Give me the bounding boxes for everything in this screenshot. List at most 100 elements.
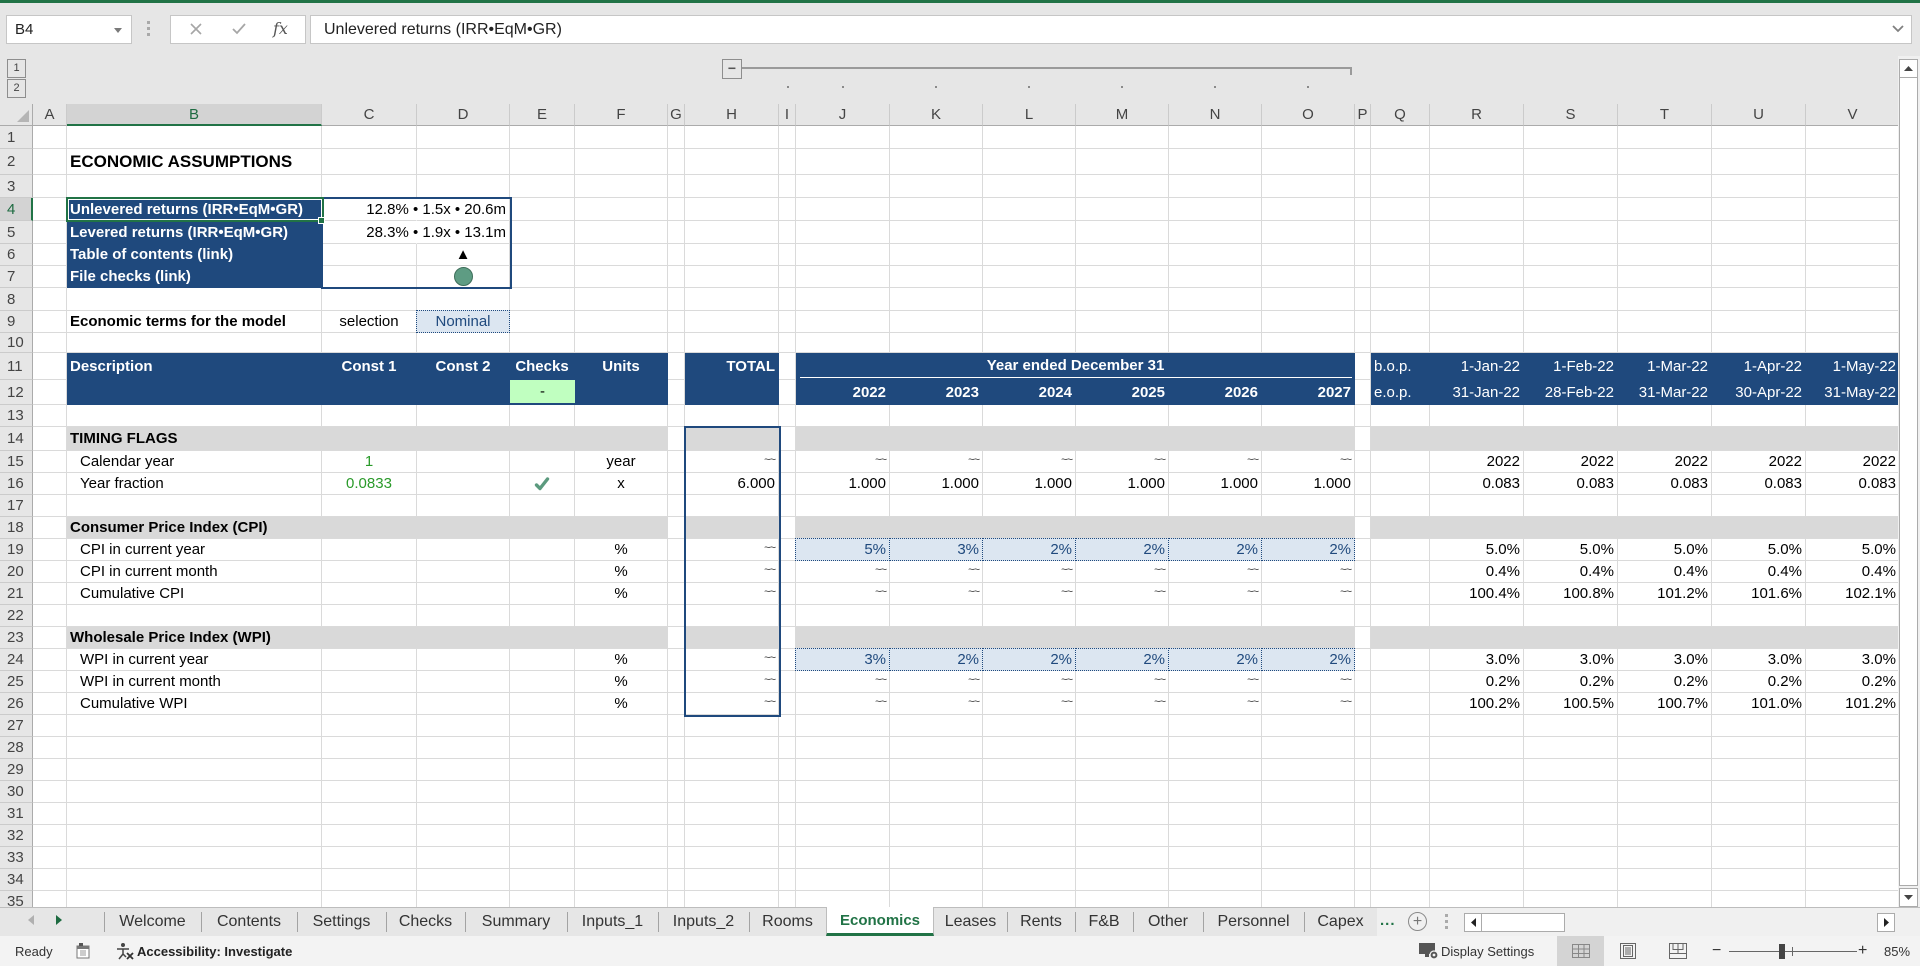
selection-label[interactable]: selection [322, 311, 417, 333]
grid-cell[interactable] [33, 803, 67, 825]
grid-cell[interactable] [67, 175, 322, 198]
grid-cell[interactable] [1430, 311, 1524, 333]
grid-cell[interactable] [510, 671, 575, 693]
grid-cell[interactable] [890, 288, 983, 311]
name-box-dropdown-icon[interactable] [114, 28, 122, 33]
outline-level-2-button[interactable]: 2 [7, 79, 26, 98]
grid-cell[interactable]: 2% [1261, 538, 1355, 561]
grid-cell[interactable] [779, 627, 796, 649]
grid-cell[interactable] [1371, 847, 1430, 869]
grid-cell[interactable] [1371, 715, 1430, 737]
column-header[interactable]: B [67, 104, 322, 126]
grid-cell[interactable]: 0.083 [1712, 473, 1806, 495]
grid-cell[interactable] [1355, 737, 1371, 759]
grid-cell[interactable]: ~~ [685, 583, 779, 605]
grid-cell[interactable] [1169, 353, 1262, 380]
grid-cell[interactable] [1262, 737, 1355, 759]
grid-cell[interactable] [1524, 333, 1618, 353]
grid-cell[interactable] [685, 149, 779, 175]
grid-cell[interactable]: 5.0% [1524, 539, 1618, 561]
grid-cell[interactable] [1262, 288, 1355, 311]
grid-cell[interactable] [779, 781, 796, 803]
grid-cell[interactable] [575, 517, 668, 539]
grid-cell[interactable] [322, 380, 417, 405]
grid-cell[interactable] [1618, 891, 1712, 907]
grid-cell[interactable] [33, 869, 67, 891]
grid-cell[interactable] [417, 737, 510, 759]
grid-cell[interactable] [1618, 427, 1712, 451]
grid-cell[interactable] [983, 427, 1076, 451]
grid-cell[interactable] [67, 495, 322, 517]
grid-cell[interactable] [668, 847, 685, 869]
grid-cell[interactable] [668, 715, 685, 737]
grid-cell[interactable] [685, 715, 779, 737]
grid-cell[interactable] [779, 583, 796, 605]
grid-cell[interactable] [1712, 175, 1806, 198]
grid-cell[interactable]: 2022 [796, 380, 890, 405]
column-header[interactable]: L [983, 104, 1076, 126]
column-header[interactable]: M [1076, 104, 1169, 126]
grid-cell[interactable] [685, 825, 779, 847]
grid-cell[interactable] [685, 781, 779, 803]
row-header[interactable]: 17 [0, 495, 33, 517]
grid-cell[interactable]: 2022 [1712, 451, 1806, 473]
grid-cell[interactable] [1524, 221, 1618, 244]
page-layout-view-icon[interactable] [1620, 936, 1636, 966]
grid-cell[interactable] [575, 781, 668, 803]
grid-cell[interactable] [1712, 427, 1806, 451]
grid-cell[interactable] [510, 175, 575, 198]
grid-cell[interactable] [1712, 244, 1806, 266]
grid-cell[interactable] [890, 869, 983, 891]
grid-cell[interactable]: 0.4% [1618, 561, 1712, 583]
grid-cell[interactable] [67, 333, 322, 353]
grid-cell[interactable] [1806, 627, 1898, 649]
grid-cell[interactable] [1262, 803, 1355, 825]
grid-cell[interactable] [779, 380, 796, 405]
grid-cell[interactable] [1355, 803, 1371, 825]
grid-cell[interactable] [779, 175, 796, 198]
grid-cell[interactable] [417, 891, 510, 907]
grid-cell[interactable] [890, 517, 983, 539]
grid-cell[interactable] [668, 473, 685, 495]
grid-cell[interactable] [510, 561, 575, 583]
grid-cell[interactable] [322, 495, 417, 517]
grid-cell[interactable] [668, 244, 685, 266]
grid-cell[interactable] [1618, 869, 1712, 891]
grid-cell[interactable] [1169, 737, 1262, 759]
grid-cell[interactable] [890, 126, 983, 149]
grid-cell[interactable] [1169, 825, 1262, 847]
grid-cell[interactable] [890, 495, 983, 517]
row-header[interactable]: 28 [0, 737, 33, 759]
grid-cell[interactable] [1806, 288, 1898, 311]
grid-cell[interactable] [1169, 405, 1262, 427]
grid-cell[interactable] [417, 715, 510, 737]
grid-cell[interactable]: ~~ [890, 583, 983, 605]
grid-cell[interactable] [983, 847, 1076, 869]
grid-cell[interactable] [796, 847, 890, 869]
grid-cell[interactable]: 101.2% [1806, 693, 1898, 715]
grid-cell[interactable] [575, 869, 668, 891]
grid-cell[interactable] [33, 517, 67, 539]
grid-cell[interactable]: % [575, 561, 668, 583]
grid-cell[interactable] [67, 759, 322, 781]
grid-cell[interactable] [1355, 473, 1371, 495]
grid-cell[interactable] [1076, 781, 1169, 803]
grid-cell[interactable]: ~~ [1076, 451, 1169, 473]
row-header[interactable]: 23 [0, 627, 33, 649]
grid-cell[interactable] [1076, 149, 1169, 175]
grid-cell[interactable] [510, 539, 575, 561]
grid-cell[interactable] [983, 495, 1076, 517]
grid-cell[interactable] [322, 175, 417, 198]
grid-cell[interactable]: ~~ [1169, 583, 1262, 605]
row-header[interactable]: 31 [0, 803, 33, 825]
grid-cell[interactable] [1430, 244, 1524, 266]
grid-cell[interactable] [1712, 891, 1806, 907]
column-header[interactable]: K [890, 104, 983, 126]
grid-cell[interactable] [322, 405, 417, 427]
grid-cell[interactable]: ~~ [890, 561, 983, 583]
grid-cell[interactable] [1806, 803, 1898, 825]
grid-cell[interactable] [1169, 847, 1262, 869]
grid-cell[interactable] [322, 244, 417, 266]
grid-cell[interactable]: 2022 [1806, 451, 1898, 473]
grid-cell[interactable] [575, 495, 668, 517]
